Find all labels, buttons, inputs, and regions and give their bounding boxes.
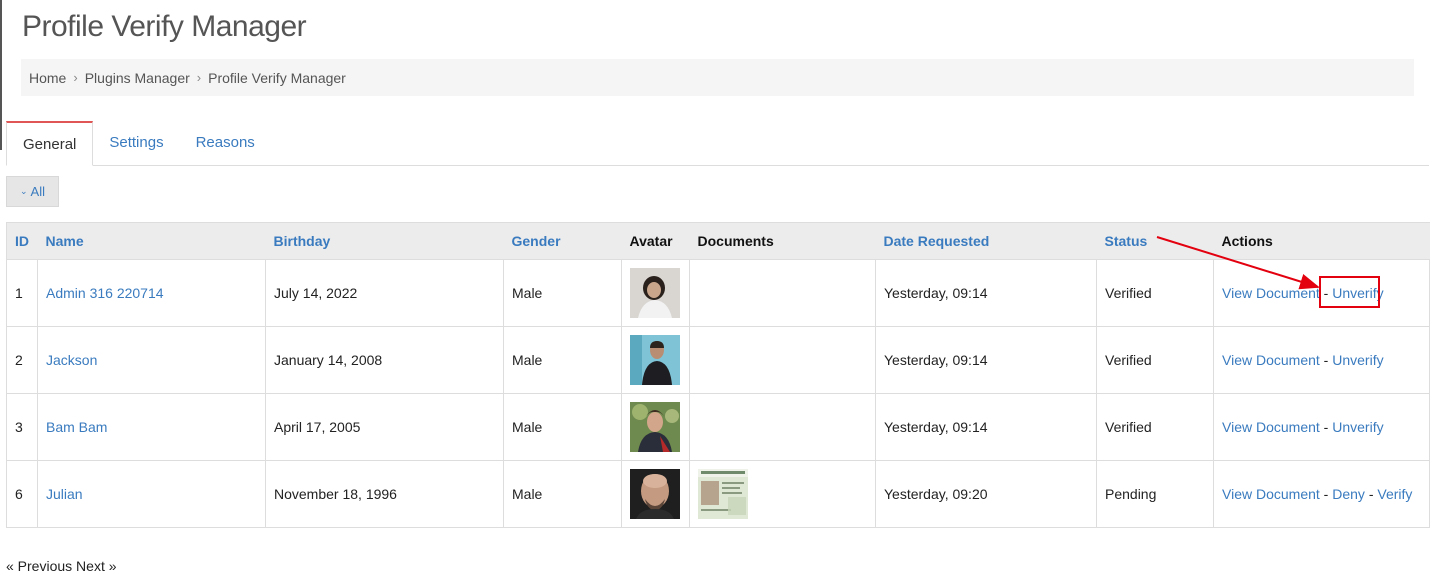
cell-avatar [621, 259, 690, 327]
cell-id: 6 [6, 460, 38, 528]
cell-id: 1 [6, 259, 38, 327]
header-id[interactable]: ID [6, 222, 38, 260]
cell-avatar [621, 393, 690, 461]
cell-avatar [621, 326, 690, 394]
cell-date-requested: Yesterday, 09:14 [875, 393, 1097, 461]
header-documents: Documents [689, 222, 876, 260]
header-actions: Actions [1213, 222, 1430, 260]
avatar[interactable] [630, 268, 680, 318]
cell-date-requested: Yesterday, 09:14 [875, 326, 1097, 394]
header-gender[interactable]: Gender [503, 222, 622, 260]
cell-gender: Male [503, 393, 622, 461]
id-document-thumbnail[interactable] [698, 469, 748, 519]
tab-general[interactable]: General [6, 121, 94, 166]
breadcrumb-home[interactable]: Home [29, 70, 66, 86]
pagination: « Previous Next » [6, 558, 117, 574]
action-separator: - [1319, 419, 1333, 435]
left-edge-bar [0, 0, 2, 150]
header-birthday[interactable]: Birthday [265, 222, 504, 260]
user-name-link[interactable]: Bam Bam [46, 419, 107, 435]
verify-requests-table: ID Name Birthday Gender Avatar Documents… [6, 222, 1430, 528]
cell-date-requested: Yesterday, 09:14 [875, 259, 1097, 327]
breadcrumb-current: Profile Verify Manager [208, 69, 346, 86]
unverify-link[interactable]: Unverify [1332, 419, 1383, 435]
header-avatar: Avatar [621, 222, 690, 260]
action-separator: - [1319, 486, 1333, 502]
view-document-link[interactable]: View Document [1222, 486, 1320, 502]
cell-documents [689, 393, 876, 461]
cell-actions: View Document - Deny - Verify [1213, 460, 1430, 528]
user-name-link[interactable]: Jackson [46, 352, 97, 368]
cell-name: Bam Bam [37, 393, 266, 461]
table-row: 3 Bam Bam April 17, 2005 Male Yesterday,… [6, 393, 1430, 461]
table-row: 2 Jackson January 14, 2008 Male Yesterda… [6, 326, 1430, 394]
action-separator: - [1319, 285, 1333, 301]
cell-name: Admin 316 220714 [37, 259, 266, 327]
cell-documents [689, 326, 876, 394]
unverify-link[interactable]: Unverify [1332, 352, 1383, 368]
previous-page-link[interactable]: « Previous [6, 558, 72, 574]
cell-birthday: July 14, 2022 [265, 259, 504, 327]
header-date-requested[interactable]: Date Requested [875, 222, 1097, 260]
avatar[interactable] [630, 402, 680, 452]
tab-bar: General Settings Reasons [6, 121, 1429, 166]
user-name-link[interactable]: Julian [46, 486, 83, 502]
view-document-link[interactable]: View Document [1222, 285, 1320, 301]
user-name-link[interactable]: Admin 316 220714 [46, 285, 164, 301]
view-document-link[interactable]: View Document [1222, 419, 1320, 435]
cell-id: 3 [6, 393, 38, 461]
cell-birthday: April 17, 2005 [265, 393, 504, 461]
cell-gender: Male [503, 326, 622, 394]
cell-actions: View Document - Unverify [1213, 393, 1430, 461]
tab-reasons[interactable]: Reasons [180, 121, 271, 164]
cell-status: Verified [1096, 326, 1214, 394]
chevron-down-icon: ⌄ [20, 186, 28, 196]
breadcrumb: Home › Plugins Manager › Profile Verify … [21, 59, 1414, 96]
cell-avatar [621, 460, 690, 528]
action-separator: - [1319, 352, 1333, 368]
unverify-link[interactable]: Unverify [1332, 285, 1383, 301]
cell-status: Pending [1096, 460, 1214, 528]
cell-name: Jackson [37, 326, 266, 394]
cell-actions: View Document - Unverify [1213, 326, 1430, 394]
filter-all-button[interactable]: ⌄ All [6, 176, 59, 207]
table-row: 6 Julian November 18, 1996 Male Yesterda… [6, 460, 1430, 528]
cell-id: 2 [6, 326, 38, 394]
view-document-link[interactable]: View Document [1222, 352, 1320, 368]
avatar[interactable] [630, 469, 680, 519]
cell-gender: Male [503, 460, 622, 528]
cell-gender: Male [503, 259, 622, 327]
cell-documents [689, 460, 876, 528]
cell-status: Verified [1096, 393, 1214, 461]
avatar[interactable] [630, 335, 680, 385]
table-row: 1 Admin 316 220714 July 14, 2022 Male Ye… [6, 259, 1430, 327]
table-header-row: ID Name Birthday Gender Avatar Documents… [6, 222, 1430, 260]
cell-actions: View Document - Unverify [1213, 259, 1430, 327]
filter-label: All [30, 184, 45, 199]
cell-documents [689, 259, 876, 327]
cell-status: Verified [1096, 259, 1214, 327]
verify-link[interactable]: Verify [1377, 486, 1412, 502]
cell-name: Julian [37, 460, 266, 528]
header-status[interactable]: Status [1096, 222, 1214, 260]
deny-link[interactable]: Deny [1332, 486, 1365, 502]
header-name[interactable]: Name [37, 222, 266, 260]
chevron-right-icon: › [196, 70, 202, 85]
cell-birthday: January 14, 2008 [265, 326, 504, 394]
breadcrumb-plugins-manager[interactable]: Plugins Manager [85, 70, 190, 86]
next-page-link[interactable]: Next » [76, 558, 116, 574]
cell-birthday: November 18, 1996 [265, 460, 504, 528]
chevron-right-icon: › [73, 70, 78, 85]
page-title: Profile Verify Manager [22, 10, 307, 43]
cell-date-requested: Yesterday, 09:20 [875, 460, 1097, 528]
tab-settings[interactable]: Settings [93, 121, 179, 164]
action-separator: - [1364, 486, 1378, 502]
